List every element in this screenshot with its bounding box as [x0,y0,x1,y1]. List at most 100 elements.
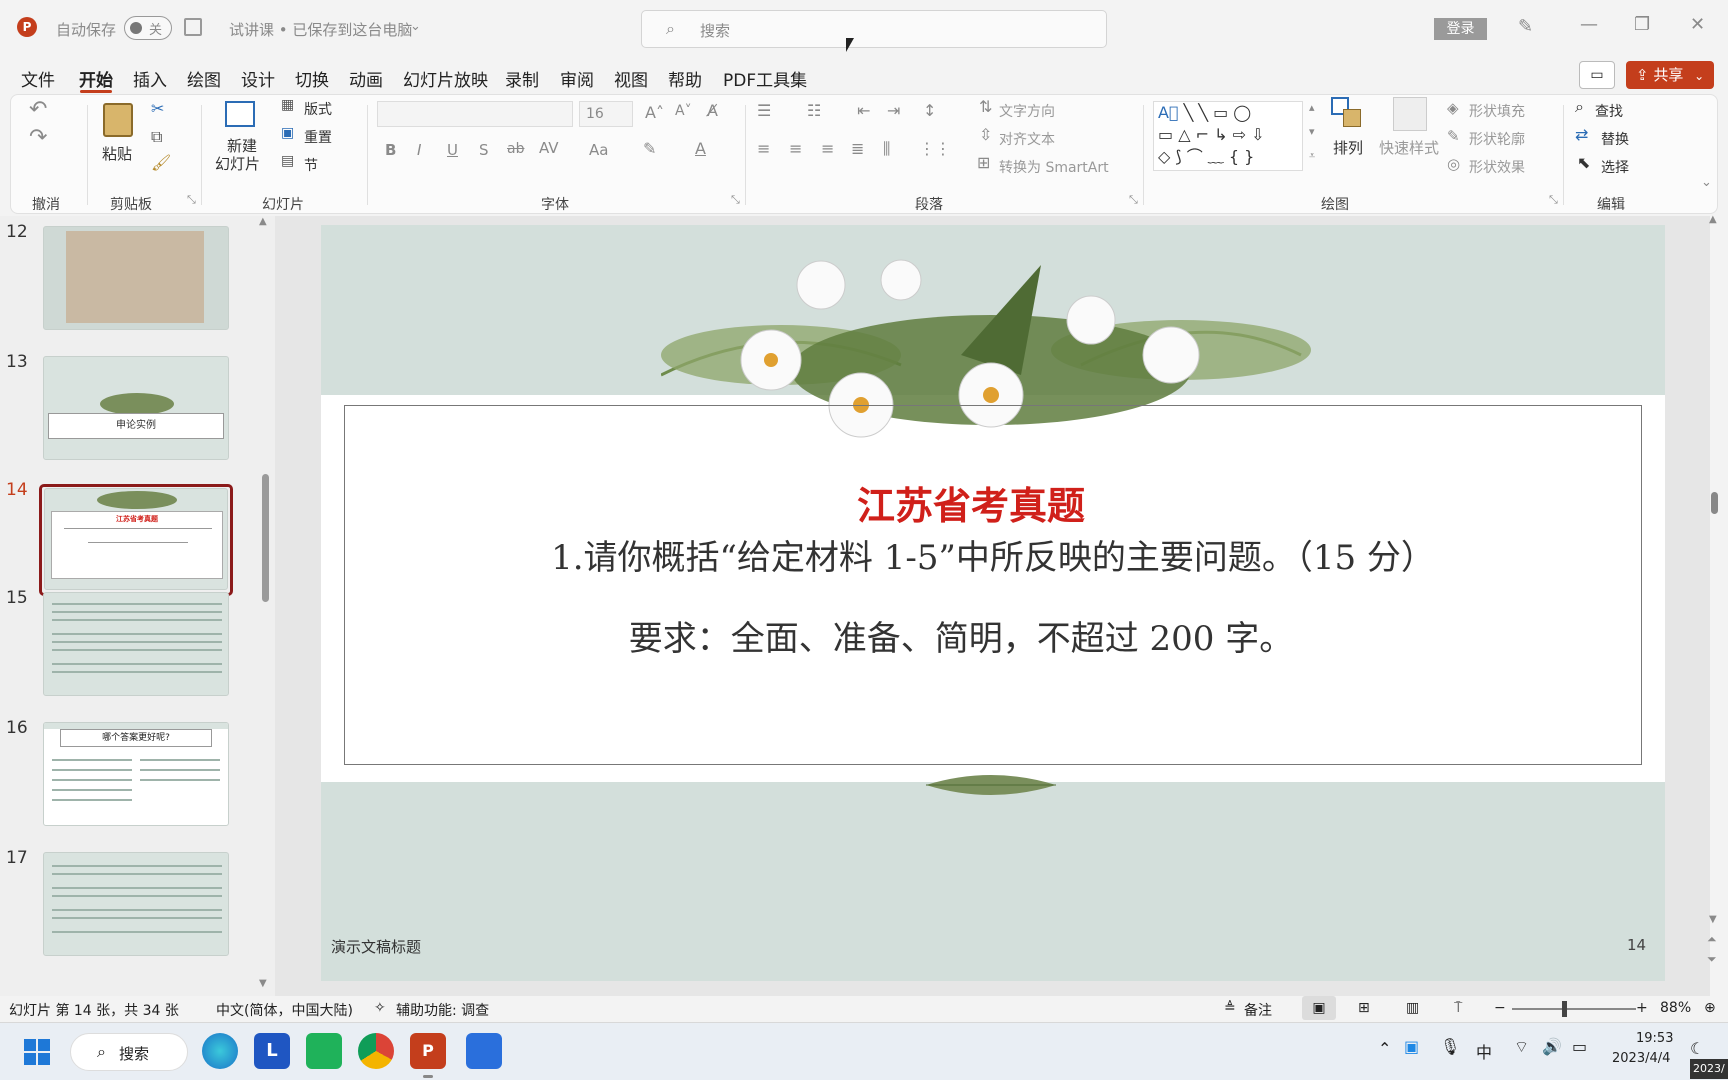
message-app-icon[interactable] [306,1033,342,1069]
menu-review[interactable]: 审阅 [560,66,594,91]
quick-styles-icon[interactable] [1393,97,1427,131]
change-case-icon[interactable]: Aa [589,141,608,159]
menu-draw[interactable]: 绘图 [187,66,221,91]
share-button[interactable]: ⇪ 共享 ⌄ [1626,61,1714,89]
collapse-ribbon-icon[interactable]: ⌄ [1701,175,1712,190]
reset-button[interactable]: 重置 [304,127,332,147]
justify-icon[interactable]: ≣ [851,139,864,158]
increase-indent-icon[interactable]: ⇥ [887,101,900,120]
shape-effects-button[interactable]: 形状效果 [1469,157,1525,177]
menu-help[interactable]: 帮助 [668,66,702,91]
decrease-font-icon[interactable]: A˅ [675,103,692,119]
slide-canvas[interactable]: 江苏省考真题 1.请你概括“给定材料 1-5”中所反映的主要问题。（15 分） … [321,225,1665,981]
menu-animations[interactable]: 动画 [349,66,383,91]
slide-requirement[interactable]: 要求：全面、准备、简明，不超过 200 字。 [321,611,1601,660]
scroll-down-icon[interactable]: ▾ [1309,125,1315,138]
select-button[interactable]: 选择 [1601,157,1629,177]
fit-slide-icon[interactable]: ⊕ [1704,1000,1716,1016]
align-right-icon[interactable]: ≡ [821,139,834,158]
menu-design[interactable]: 设计 [241,66,275,91]
thumb-scrollbar[interactable] [262,474,269,602]
menu-transitions[interactable]: 切换 [295,66,329,91]
new-slide-label-2[interactable]: 幻灯片 [215,153,260,174]
scroll-up-arrow-icon[interactable]: ▲ [259,216,267,227]
ime-indicator[interactable]: 中 [1476,1039,1492,1063]
align-text-button[interactable]: 对齐文本 [999,129,1055,149]
redo-icon[interactable]: ↷ [29,125,47,150]
menu-insert[interactable]: 插入 [133,66,167,91]
microphone-icon[interactable]: 🎙 [1440,1037,1460,1056]
slide-page-number[interactable]: 14 [1627,936,1646,954]
char-spacing-icon[interactable]: AV [539,139,559,157]
windows-start-icon[interactable] [24,1039,50,1065]
slide-thumbnail-17[interactable] [43,852,229,956]
italic-icon[interactable]: I [417,141,421,159]
slide-thumbnail-12[interactable] [43,226,229,330]
font-color-icon[interactable]: A [695,139,706,158]
notification-moon-icon[interactable]: ☾ [1690,1039,1704,1058]
clear-format-icon[interactable]: A̸ [707,101,718,120]
save-icon[interactable] [184,18,202,36]
battery-icon[interactable]: ▭ [1572,1037,1587,1056]
undo-icon[interactable]: ↶ [29,97,47,122]
clock-date[interactable]: 2023/4/4 [1612,1051,1670,1066]
shape-fill-button[interactable]: 形状填充 [1469,101,1525,121]
next-slide-icon[interactable]: ⏷ [1707,952,1717,967]
slideshow-icon[interactable]: ⍑ [1454,1000,1462,1016]
bold-icon[interactable]: B [385,141,396,159]
menu-pdf-tools[interactable]: PDF工具集 [723,66,807,91]
scroll-down-arrow-icon[interactable]: ▼ [1709,914,1717,925]
slide-title[interactable]: 江苏省考真题 [321,475,1621,530]
clock-time[interactable]: 19:53 [1636,1031,1673,1046]
accessibility-status[interactable]: 辅助功能: 调查 [396,1000,489,1020]
format-painter-icon[interactable]: 🖌 [151,153,171,172]
notes-button[interactable]: 备注 [1244,1000,1272,1020]
bullets-icon[interactable]: ☰ [757,101,771,120]
chrome-icon[interactable] [358,1033,394,1069]
find-button[interactable]: 查找 [1595,101,1623,121]
shadow-icon[interactable]: S [479,141,489,159]
scroll-up-arrow-icon[interactable]: ▲ [1709,214,1717,225]
dialog-launcher-icon[interactable]: ⤡ [1129,193,1138,207]
textbox-icon[interactable]: A⃞ [1158,103,1179,122]
powerpoint-taskbar-icon[interactable]: P [410,1033,446,1069]
menu-record[interactable]: 录制 [505,66,539,91]
align-center-icon[interactable]: ≡ [789,139,802,158]
paste-icon[interactable] [103,103,133,137]
slide-question[interactable]: 1.请你概括“给定材料 1-5”中所反映的主要问题。（15 分） [321,530,1665,579]
menu-view[interactable]: 视图 [614,66,648,91]
app-tray-icon[interactable]: ▣ [1404,1037,1419,1056]
search-box[interactable]: ⌕ 搜索 [641,10,1107,48]
reading-view-icon[interactable]: ▥ [1406,1000,1419,1016]
photos-app-icon[interactable] [466,1033,502,1069]
close-icon[interactable]: ✕ [1690,14,1705,35]
section-button[interactable]: 节 [304,155,318,175]
shapes-gallery[interactable]: A⃞ ╲ ╲ ▭ ◯ ▭ △ ⌐ ↳ ⇨ ⇩ ◇ ⟆ ⌒ ﹏ { } [1153,101,1303,171]
zoom-slider-thumb[interactable] [1562,1001,1567,1017]
arrange-icon[interactable] [1331,97,1363,129]
document-title[interactable]: 试讲课 • 已保存到这台电脑 [229,19,412,40]
pen-icon[interactable]: ✎ [1518,16,1533,37]
text-direction-button[interactable]: 文字方向 [999,101,1055,121]
slide-sorter-icon[interactable]: ⊞ [1358,1000,1370,1016]
slide-thumbnail-16[interactable]: 哪个答案更好呢? [43,722,229,826]
language-status[interactable]: 中文(简体，中国大陆) [216,1000,353,1020]
autosave-toggle[interactable]: 关 [124,16,172,40]
distribute-icon[interactable]: ⋮⋮ [919,139,951,158]
new-slide-icon[interactable] [225,101,255,127]
font-size-combo[interactable]: 16 [579,101,633,127]
slide-footer[interactable]: 演示文稿标题 [331,936,421,957]
zoom-level[interactable]: 88% [1660,1000,1691,1016]
more-icon[interactable]: ⩡ [1309,149,1315,163]
slide-thumbnail-13[interactable]: 申论实例 [43,356,229,460]
font-name-combo[interactable] [377,101,573,127]
comment-button[interactable]: ▭ [1579,61,1615,89]
dialog-launcher-icon[interactable]: ⤡ [731,193,740,207]
convert-smartart-button[interactable]: 转换为 SmartArt [999,157,1109,177]
dialog-launcher-icon[interactable]: ⤡ [1549,193,1558,207]
line-spacing-icon[interactable]: ↕ [923,101,936,120]
menu-slideshow[interactable]: 幻灯片放映 [403,66,488,91]
decrease-indent-icon[interactable]: ⇤ [857,101,870,120]
slide-thumbnail-14[interactable]: 江苏省考真题 [44,488,228,590]
increase-font-icon[interactable]: A˄ [645,103,664,122]
